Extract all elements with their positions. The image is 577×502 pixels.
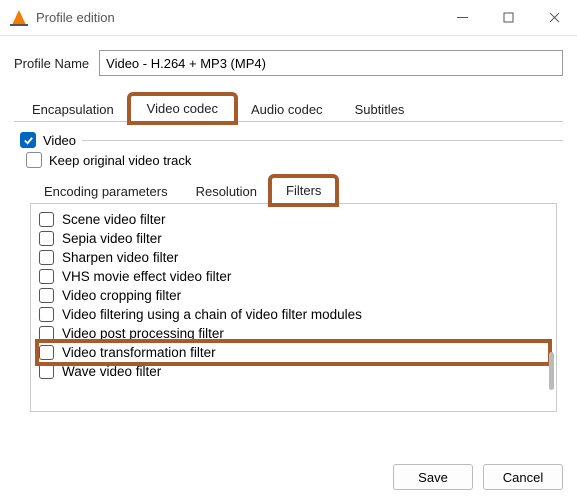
filter-checkbox[interactable]: [39, 269, 54, 284]
scrollbar-thumb[interactable]: [549, 352, 554, 390]
subtab-resolution[interactable]: Resolution: [182, 179, 271, 204]
filter-checkbox[interactable]: [39, 212, 54, 227]
save-button[interactable]: Save: [393, 464, 473, 490]
titlebar: Profile edition: [0, 0, 577, 36]
maximize-button[interactable]: [485, 0, 531, 36]
video-label: Video: [43, 133, 76, 148]
filter-checkbox[interactable]: [39, 250, 54, 265]
filter-checkbox[interactable]: [39, 326, 54, 341]
filter-label: Video filtering using a chain of video f…: [62, 307, 362, 322]
filter-item[interactable]: Scene video filter: [39, 210, 548, 229]
filter-checkbox[interactable]: [39, 307, 54, 322]
filter-label: Video cropping filter: [62, 288, 181, 303]
video-checkbox[interactable]: [20, 132, 36, 148]
filter-checkbox[interactable]: [39, 288, 54, 303]
main-tabs: Encapsulation Video codec Audio codec Su…: [14, 94, 563, 122]
minimize-button[interactable]: [439, 0, 485, 36]
filter-label: Video transformation filter: [62, 345, 216, 360]
filter-item-video-transformation[interactable]: Video transformation filter: [39, 343, 548, 362]
sub-tabs: Encoding parameters Resolution Filters: [30, 176, 557, 204]
divider: [82, 140, 563, 141]
filter-item[interactable]: Video filtering using a chain of video f…: [39, 305, 548, 324]
close-button[interactable]: [531, 0, 577, 36]
filter-item[interactable]: VHS movie effect video filter: [39, 267, 548, 286]
cancel-button[interactable]: Cancel: [483, 464, 563, 490]
tab-subtitles[interactable]: Subtitles: [339, 97, 421, 122]
filter-label: Scene video filter: [62, 212, 166, 227]
tab-video-codec[interactable]: Video codec: [130, 95, 235, 122]
filter-item[interactable]: Sepia video filter: [39, 229, 548, 248]
keep-original-label: Keep original video track: [49, 153, 191, 168]
filter-label: VHS movie effect video filter: [62, 269, 231, 284]
subtab-filters[interactable]: Filters: [271, 177, 336, 204]
filter-item[interactable]: Video cropping filter: [39, 286, 548, 305]
filter-item[interactable]: Sharpen video filter: [39, 248, 548, 267]
profile-name-label: Profile Name: [14, 56, 89, 71]
keep-original-checkbox[interactable]: [26, 152, 42, 168]
filter-checkbox[interactable]: [39, 364, 54, 379]
filter-item[interactable]: Video post processing filter: [39, 324, 548, 343]
filter-label: Sharpen video filter: [62, 250, 178, 265]
filter-item[interactable]: Wave video filter: [39, 362, 548, 381]
filter-label: Wave video filter: [62, 364, 161, 379]
filter-label: Sepia video filter: [62, 231, 162, 246]
profile-name-input[interactable]: [99, 50, 563, 76]
filter-checkbox[interactable]: [39, 345, 54, 360]
subtab-encoding-parameters[interactable]: Encoding parameters: [30, 179, 182, 204]
tab-audio-codec[interactable]: Audio codec: [235, 97, 339, 122]
filter-label: Video post processing filter: [62, 326, 224, 341]
tab-encapsulation[interactable]: Encapsulation: [16, 97, 130, 122]
filters-pane: Scene video filter Sepia video filter Sh…: [30, 204, 557, 412]
vlc-app-icon: [10, 9, 28, 27]
filter-checkbox[interactable]: [39, 231, 54, 246]
window-title: Profile edition: [36, 10, 115, 25]
